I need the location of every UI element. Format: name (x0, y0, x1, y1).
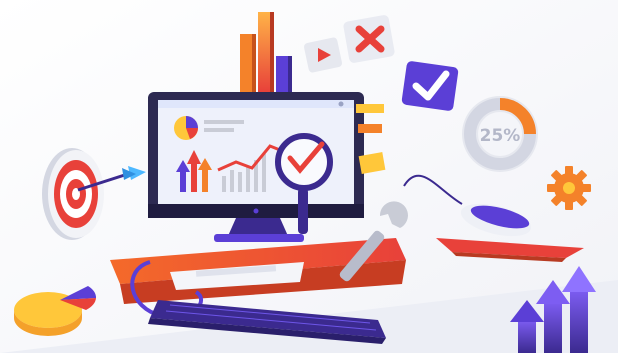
checkmark-icon (401, 61, 459, 111)
donut-label: 25% (480, 126, 521, 146)
gear-icon (547, 166, 591, 210)
donut-chart-icon: 25% (462, 96, 538, 172)
close-icon (343, 15, 395, 63)
target-icon (42, 148, 104, 240)
marketing-illustration: 25% (0, 0, 618, 353)
